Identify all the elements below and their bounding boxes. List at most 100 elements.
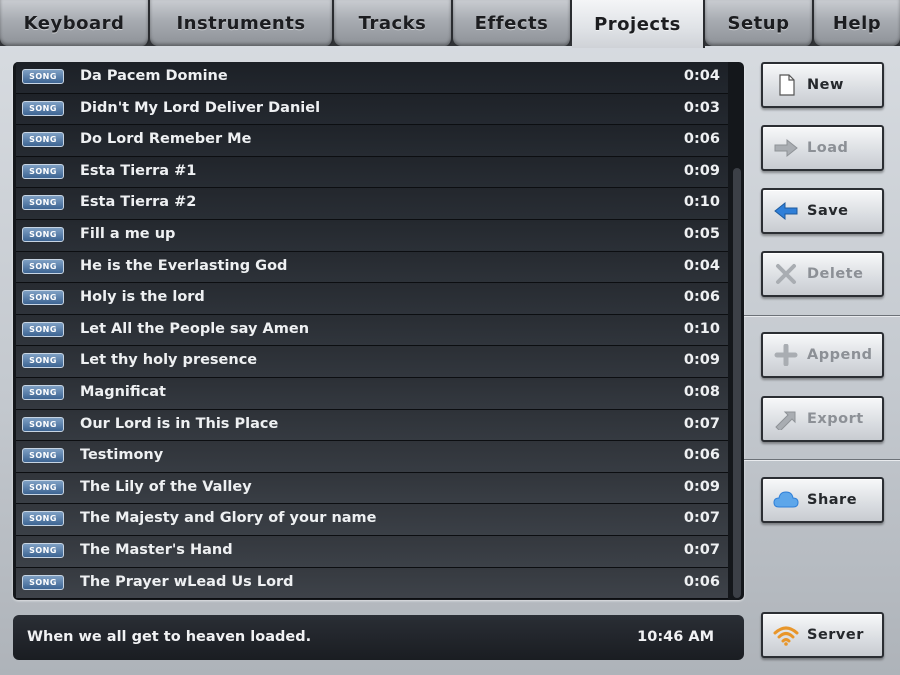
list-item[interactable]: SONG Da Pacem Domine 0:04 bbox=[16, 62, 728, 94]
document-icon bbox=[779, 74, 795, 96]
cloud-icon bbox=[773, 491, 799, 508]
list-item[interactable]: SONG Let All the People say Amen 0:10 bbox=[16, 314, 728, 347]
song-badge: SONG bbox=[22, 416, 64, 432]
append-button[interactable]: Append bbox=[761, 332, 884, 378]
list-item[interactable]: SONG Our Lord is in This Place 0:07 bbox=[16, 409, 728, 442]
status-message: When we all get to heaven loaded. bbox=[27, 629, 312, 645]
song-duration: 0:10 bbox=[683, 194, 720, 211]
song-name: The Lily of the Valley bbox=[80, 478, 252, 495]
tab-projects[interactable]: Projects bbox=[572, 0, 705, 48]
song-name: Esta Tierra #2 bbox=[80, 194, 197, 211]
x-icon bbox=[776, 264, 796, 284]
song-badge: SONG bbox=[22, 574, 64, 590]
share-label: Share bbox=[807, 492, 858, 508]
tab-help[interactable]: Help bbox=[814, 0, 900, 46]
separator bbox=[744, 459, 900, 461]
list-item[interactable]: SONG Do Lord Remeber Me 0:06 bbox=[16, 125, 728, 157]
list-item[interactable]: SONG The Majesty and Glory of your name 0:… bbox=[16, 504, 728, 536]
song-list[interactable]: SONG Da Pacem Domine 0:04 SONG Didn't My Lor… bbox=[13, 62, 744, 600]
song-name: Testimony bbox=[80, 447, 164, 464]
server-button[interactable]: Server bbox=[761, 612, 884, 658]
list-item[interactable]: SONG Holy is the lord 0:06 bbox=[16, 283, 728, 315]
load-button[interactable]: Load bbox=[761, 125, 884, 171]
song-name: Do Lord Remeber Me bbox=[80, 131, 252, 148]
song-badge: SONG bbox=[22, 258, 64, 274]
list-item[interactable]: SONG Let thy holy presence 0:09 bbox=[16, 346, 728, 378]
wifi-icon bbox=[773, 626, 799, 646]
separator bbox=[744, 315, 900, 317]
song-badge: SONG bbox=[22, 195, 64, 211]
server-label: Server bbox=[807, 627, 864, 643]
share-button[interactable]: Share bbox=[761, 477, 884, 523]
save-label: Save bbox=[807, 203, 849, 219]
song-name: The Master's Hand bbox=[80, 542, 233, 558]
song-name: Didn't My Lord Deliver Daniel bbox=[80, 99, 321, 116]
arrow-right-icon bbox=[774, 138, 798, 158]
status-time: 10:46 AM bbox=[637, 629, 714, 645]
list-item[interactable]: SONG Esta Tierra #2 0:10 bbox=[16, 188, 728, 220]
song-duration: 0:07 bbox=[683, 542, 720, 558]
plus-icon bbox=[774, 344, 798, 366]
list-scrollbar[interactable] bbox=[733, 168, 741, 598]
list-item[interactable]: SONG Magnificat 0:08 bbox=[16, 378, 728, 410]
song-duration: 0:08 bbox=[683, 384, 720, 400]
list-item[interactable]: SONG He is the Everlasting God 0:04 bbox=[16, 251, 728, 284]
song-badge: SONG bbox=[22, 321, 64, 337]
song-name: Esta Tierra #1 bbox=[80, 162, 197, 179]
export-button[interactable]: Export bbox=[761, 396, 884, 442]
song-badge: SONG bbox=[22, 163, 64, 179]
list-item[interactable]: SONG Didn't My Lord Deliver Daniel 0:03 bbox=[16, 93, 728, 126]
song-duration: 0:06 bbox=[683, 131, 720, 148]
list-item[interactable]: SONG Esta Tierra #1 0:09 bbox=[16, 156, 728, 189]
song-name: Magnificat bbox=[80, 384, 166, 400]
song-duration: 0:03 bbox=[683, 99, 720, 116]
song-name: Let All the People say Amen bbox=[80, 320, 310, 337]
list-item[interactable]: SONG The Lily of the Valley 0:09 bbox=[16, 472, 728, 505]
status-bar: When we all get to heaven loaded. 10:46 … bbox=[13, 615, 744, 660]
song-badge: SONG bbox=[22, 448, 64, 464]
song-badge: SONG bbox=[22, 353, 64, 369]
list-item[interactable]: SONG Fill a me up 0:05 bbox=[16, 220, 728, 252]
song-duration: 0:09 bbox=[683, 478, 720, 495]
song-name: Fill a me up bbox=[80, 226, 176, 242]
tab-instruments[interactable]: Instruments bbox=[150, 0, 334, 46]
song-badge: SONG bbox=[22, 511, 64, 527]
song-badge: SONG bbox=[22, 290, 64, 306]
song-duration: 0:09 bbox=[683, 162, 720, 179]
new-label: New bbox=[807, 77, 844, 93]
list-item[interactable]: SONG The Master's Hand 0:07 bbox=[16, 536, 728, 568]
song-badge: SONG bbox=[22, 69, 64, 84]
save-button[interactable]: Save bbox=[761, 188, 884, 234]
song-duration: 0:07 bbox=[683, 510, 720, 527]
tab-bar: Keyboard Instruments Tracks Effects Proj… bbox=[0, 0, 900, 48]
song-duration: 0:07 bbox=[683, 415, 720, 432]
song-badge: SONG bbox=[22, 385, 64, 400]
tab-effects[interactable]: Effects bbox=[453, 0, 572, 46]
new-button[interactable]: New bbox=[761, 62, 884, 108]
song-badge: SONG bbox=[22, 479, 64, 495]
export-arrow-icon bbox=[775, 411, 796, 430]
song-duration: 0:06 bbox=[683, 289, 720, 306]
song-duration: 0:04 bbox=[683, 257, 720, 274]
list-item[interactable]: SONG The Prayer wLead Us Lord 0:06 bbox=[16, 567, 728, 600]
song-name: The Prayer wLead Us Lord bbox=[80, 573, 294, 590]
list-item[interactable]: SONG Testimony 0:06 bbox=[16, 441, 728, 473]
song-duration: 0:04 bbox=[683, 68, 720, 84]
song-name: He is the Everlasting God bbox=[80, 257, 288, 274]
song-badge: SONG bbox=[22, 100, 64, 116]
song-name: Da Pacem Domine bbox=[80, 68, 228, 84]
song-duration: 0:05 bbox=[683, 226, 720, 242]
song-badge: SONG bbox=[22, 543, 64, 558]
arrow-left-icon bbox=[774, 201, 798, 221]
song-name: The Majesty and Glory of your name bbox=[80, 510, 377, 527]
song-duration: 0:10 bbox=[683, 320, 720, 337]
song-name: Holy is the lord bbox=[80, 289, 205, 306]
tab-keyboard[interactable]: Keyboard bbox=[0, 0, 150, 46]
append-label: Append bbox=[807, 347, 873, 363]
delete-button[interactable]: Delete bbox=[761, 251, 884, 297]
delete-label: Delete bbox=[807, 266, 864, 282]
load-label: Load bbox=[807, 140, 849, 156]
tab-setup[interactable]: Setup bbox=[705, 0, 814, 46]
song-duration: 0:09 bbox=[683, 352, 720, 369]
tab-tracks[interactable]: Tracks bbox=[334, 0, 453, 46]
